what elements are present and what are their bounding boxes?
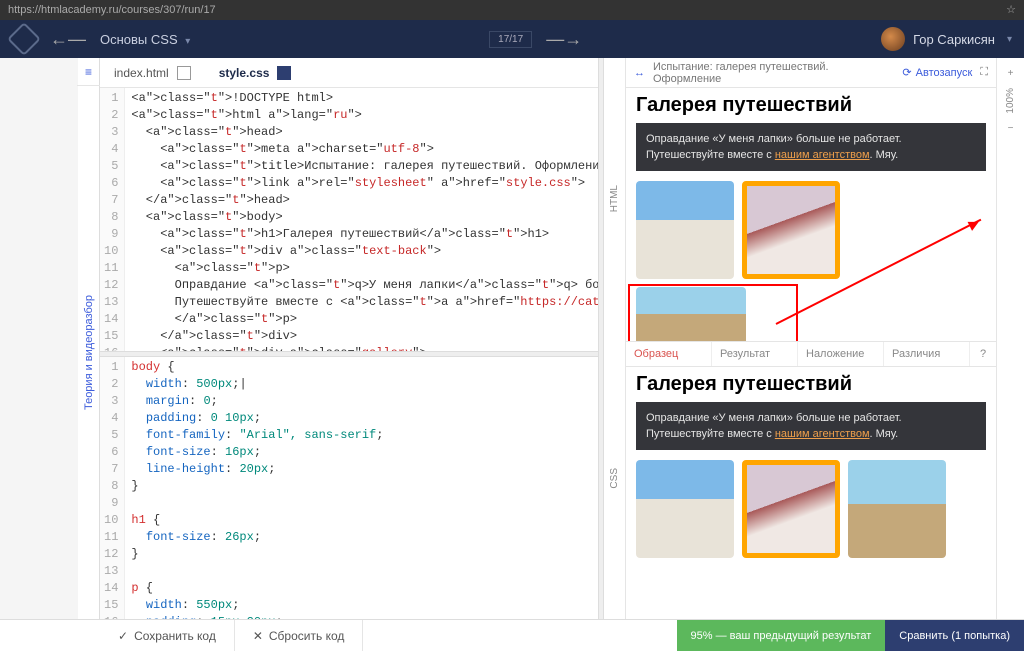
breadcrumb[interactable]: Основы CSS ▾ [100, 32, 190, 47]
diff-highlight-box [628, 284, 798, 341]
preview-pane: HTML CSS ↔ Испытание: галерея путешестви… [604, 58, 1024, 619]
nav-back-button[interactable]: ←— [50, 29, 86, 50]
fullscreen-icon[interactable]: ⛶ [980, 66, 988, 79]
progress-bar: 95% — ваш предыдущий результат [677, 620, 886, 651]
compare-button[interactable]: Сравнить (1 попытка) [885, 620, 1024, 651]
agency-link[interactable]: нашим агентством [775, 428, 870, 440]
preview-side-labels: HTML CSS [604, 58, 626, 619]
tab-label: style.css [219, 66, 270, 80]
gallery-heading: Галерея путешествий [636, 94, 986, 117]
user-name: Гор Саркисян [913, 32, 995, 47]
css-code-view: 12345678910111213141516171819202122 body… [100, 357, 598, 620]
theory-label: Теория и видеоразбор [83, 295, 95, 410]
logo-icon[interactable] [7, 22, 41, 56]
zoom-controls: + 100% − [996, 58, 1024, 619]
preview-expected: Галерея путешествий Оправдание «У меня л… [626, 88, 996, 341]
expand-icon[interactable]: ↔ [634, 67, 645, 79]
check-icon: ✓ [118, 629, 128, 643]
tab-result[interactable]: Результат [712, 342, 798, 366]
html-source[interactable]: <a">class="t">!DOCTYPE html> <a">class="… [125, 88, 598, 351]
left-gutter [0, 58, 78, 619]
help-icon[interactable]: ? [970, 342, 996, 366]
text-back-box: Оправдание «У меня лапки» больше не рабо… [636, 123, 986, 171]
gallery-heading: Галерея путешествий [636, 373, 986, 396]
tab-sample[interactable]: Образец [626, 342, 712, 366]
tab-indicator-icon [277, 66, 291, 80]
tab-indicator-icon [177, 66, 191, 80]
file-tabs: index.html style.css [100, 58, 598, 88]
tab-index-html[interactable]: index.html [100, 58, 205, 87]
zoom-level: 100% [1005, 88, 1016, 114]
editor-pane: index.html style.css 1234567891011121314… [100, 58, 598, 619]
css-label: CSS [609, 468, 620, 489]
text-back-box: Оправдание «У меня лапки» больше не рабо… [636, 402, 986, 450]
html-label: HTML [609, 185, 620, 212]
preview-tabs: Образец Результат Наложение Различия ? [626, 341, 996, 367]
preview-result: Галерея путешествий Оправдание «У меня л… [626, 367, 996, 620]
user-menu[interactable]: Гор Саркисян ▾ [881, 27, 1012, 51]
autorun-toggle[interactable]: ⟳ Автозапуск [902, 66, 972, 79]
zoom-in-button[interactable]: + [1002, 64, 1020, 82]
tab-label: index.html [114, 66, 169, 80]
breadcrumb-label: Основы CSS [100, 32, 178, 47]
topbar: ←— Основы CSS ▾ 17/17 —→ Гор Саркисян ▾ [0, 20, 1024, 58]
save-button[interactable]: ✓Сохранить код [100, 620, 235, 651]
footer: ✓Сохранить код ✕Сбросить код 95% — ваш п… [0, 619, 1024, 651]
close-icon: ✕ [253, 629, 263, 643]
zoom-out-button[interactable]: − [1002, 120, 1020, 138]
refresh-icon: ⟳ [902, 66, 911, 79]
url-text: https://htmlacademy.ru/courses/307/run/1… [8, 0, 216, 20]
japan-image [742, 460, 840, 558]
theory-sidebar[interactable]: ≡ Теория и видеоразбор [78, 58, 100, 619]
menu-icon[interactable]: ≡ [77, 58, 101, 86]
tab-style-css[interactable]: style.css [205, 58, 306, 87]
css-source[interactable]: body { width: 500px;| margin: 0; padding… [125, 357, 389, 620]
avatar [881, 27, 905, 51]
agency-link[interactable]: нашим агентством [775, 149, 870, 161]
greece-image [636, 460, 734, 558]
japan-image [742, 181, 840, 279]
autorun-label: Автозапуск [916, 67, 973, 79]
chevron-down-icon: ▾ [1007, 34, 1012, 45]
step-counter: 17/17 [489, 31, 532, 48]
turkey-image [848, 460, 946, 558]
tab-overlay[interactable]: Наложение [798, 342, 884, 366]
tab-diff[interactable]: Различия [884, 342, 970, 366]
star-icon[interactable]: ☆ [1006, 0, 1016, 20]
preview-title: Испытание: галерея путешествий. Оформлен… [653, 61, 894, 85]
chevron-down-icon: ▾ [185, 36, 190, 47]
nav-forward-button[interactable]: —→ [546, 29, 582, 50]
html-code-view: 123456789101112131415161718 <a">class="t… [100, 88, 598, 351]
greece-image [636, 181, 734, 279]
reset-button[interactable]: ✕Сбросить код [235, 620, 364, 651]
